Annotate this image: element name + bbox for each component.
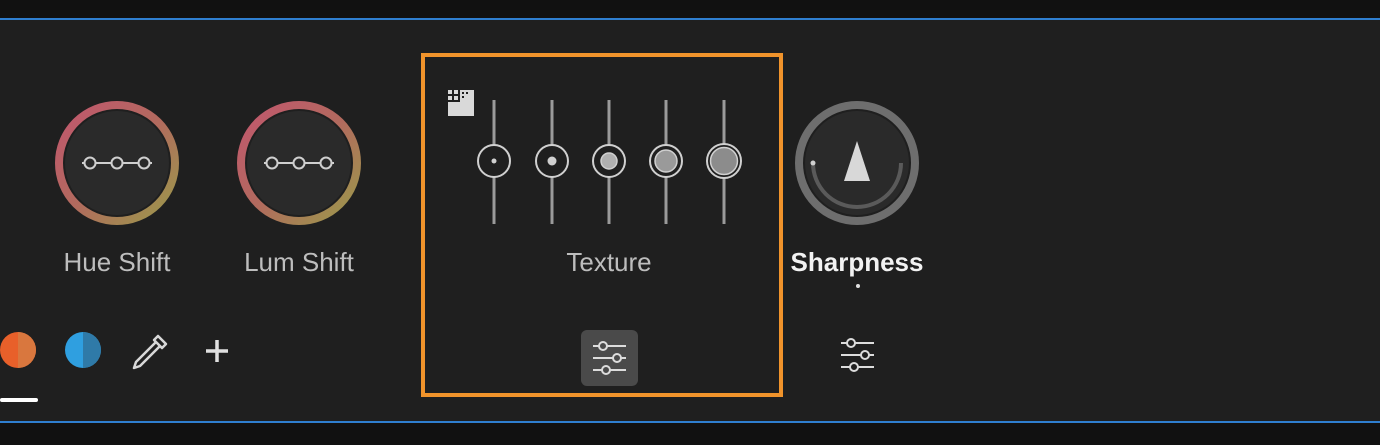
hue-shift-dial[interactable] [52,100,182,230]
sharpness-settings-button[interactable] [834,332,880,378]
blue-color-swatch-icon[interactable] [63,330,103,370]
texture-step-4[interactable] [649,100,683,224]
texture-step-3[interactable] [592,100,626,224]
lum-shift-dial[interactable] [234,100,364,230]
texture-label: Texture [566,247,652,277]
app-frame: Hue Shift Lum Shift Texture Sharpness [0,0,1380,445]
sliders-icon [593,341,626,375]
adjustment-panel: Hue Shift Lum Shift Texture Sharpness [0,18,1380,423]
texture-step-2[interactable] [535,100,569,224]
sharpness-dial[interactable] [792,100,922,230]
selected-swatch-indicator [0,398,38,402]
texture-step-5[interactable] [706,100,742,224]
sharpness-label: Sharpness [790,247,924,277]
texture-step-1[interactable] [477,100,511,224]
lum-shift-label: Lum Shift [244,247,354,277]
hue-shift-label: Hue Shift [63,247,171,277]
eyedropper-icon[interactable] [128,330,172,374]
sliders-icon [841,338,874,372]
plus-icon[interactable] [202,336,232,366]
texture-step-slider[interactable] [470,98,750,228]
active-indicator-dot [856,284,860,288]
texture-settings-button[interactable] [581,330,638,386]
orange-color-swatch-icon[interactable] [0,330,40,370]
